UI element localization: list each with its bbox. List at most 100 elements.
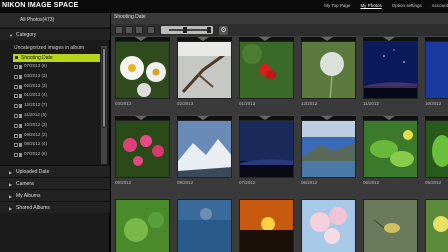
nav-option-settings[interactable]: Option settings: [392, 3, 422, 8]
shooting-date-label: Shooting Date: [21, 55, 53, 61]
expand-box-icon: [14, 153, 18, 158]
camera-label: Camera: [16, 181, 34, 187]
sidebar: All Photos(473) ▼ Category Uncategorized…: [0, 13, 110, 252]
photo-date: 12/2012: [301, 101, 318, 106]
photo-thumbnail[interactable]: [301, 199, 356, 252]
grid-view-icon[interactable]: [115, 26, 123, 34]
month-item[interactable]: 08/2012 (4): [13, 141, 100, 151]
uploaded-date-section[interactable]: ▶ Uploaded Date: [0, 165, 110, 177]
nav-my-photos[interactable]: My Photos: [360, 3, 381, 8]
photo-tab: [425, 36, 448, 41]
month-label: 03/2013 (3): [24, 72, 48, 78]
photo-tab: [177, 36, 232, 41]
expand-box-icon: [14, 94, 18, 99]
month-item[interactable]: 01/2013 (4): [13, 92, 100, 102]
uploaded-date-label: Uploaded Date: [16, 169, 50, 175]
page-title: Shooting Date: [114, 14, 146, 20]
expand-triangle-icon: ▶: [9, 182, 13, 187]
photo-thumbnail[interactable]: [239, 199, 294, 252]
camera-section[interactable]: ▶ Camera: [0, 177, 110, 189]
my-albums-label: My Albums: [16, 193, 41, 199]
month-item[interactable]: 12/2012 (7): [13, 102, 100, 112]
my-albums-section[interactable]: ▶ My Albums: [0, 189, 110, 201]
month-item[interactable]: 11/2012 (6): [13, 112, 100, 122]
month-item[interactable]: 10/2012 (3): [13, 122, 100, 132]
folder-icon: [19, 74, 22, 79]
photo-thumbnail[interactable]: [425, 199, 448, 252]
photo-date: 10/2012: [425, 101, 442, 106]
category-section[interactable]: ▼ Category: [0, 28, 110, 40]
photo-thumbnail[interactable]: [115, 199, 170, 252]
photo-thumbnail[interactable]: [425, 120, 448, 178]
dusk-landscape-photo: [240, 121, 293, 177]
folder-icon: [19, 133, 22, 138]
expand-triangle-icon: ▶: [9, 206, 13, 211]
photo-thumbnail[interactable]: [363, 120, 418, 178]
top-bar: NIKON IMAGE SPACE My Top Page My Photos …: [0, 0, 448, 13]
photo-tab: [425, 115, 448, 120]
photo-date: 11/2012: [363, 101, 379, 106]
uncategorized-item[interactable]: Uncategorized images in album: [14, 45, 84, 51]
shared-albums-section[interactable]: ▶ Shared Albums: [0, 201, 110, 213]
photo-thumbnail[interactable]: [177, 120, 232, 178]
nav-my-top-page[interactable]: My Top Page: [324, 3, 350, 8]
folder-icon: [19, 65, 22, 69]
sidebar-scrollbar[interactable]: [101, 46, 107, 164]
photo-thumbnail[interactable]: [363, 41, 418, 99]
photo-tab: [115, 115, 170, 120]
daisy-photo: [116, 42, 169, 98]
folder-icon: [19, 113, 22, 118]
month-item[interactable]: 09/2012 (2): [13, 132, 100, 142]
photo-tab: [363, 115, 418, 120]
detail-view-icon[interactable]: [135, 26, 143, 34]
month-item[interactable]: 07/2013 (6): [13, 63, 100, 73]
photo-thumbnail[interactable]: [363, 199, 418, 252]
top-nav: My Top Page My Photos Option settings Ac…: [324, 3, 448, 8]
photo-thumbnail[interactable]: [177, 199, 232, 252]
shooting-date-item[interactable]: Shooting Date: [13, 54, 100, 62]
scrollbar-thumb[interactable]: [102, 48, 106, 128]
photo-thumbnail[interactable]: [115, 120, 170, 178]
photo-tab: [239, 115, 294, 120]
sort-icon[interactable]: [147, 26, 155, 34]
expand-box-icon: [14, 74, 18, 79]
gear-icon[interactable]: ⚙: [219, 26, 228, 35]
sunset-photo: [240, 200, 293, 252]
photo-thumbnail[interactable]: [239, 41, 294, 99]
blue-sky-photo: [426, 42, 448, 98]
app-logo: NIKON IMAGE SPACE: [2, 2, 79, 9]
shared-albums-label: Shared Albums: [16, 205, 50, 211]
month-label: 10/2012 (3): [24, 121, 48, 127]
photo-thumbnail[interactable]: [425, 41, 448, 99]
category-label: Category: [16, 32, 37, 38]
month-item[interactable]: 07/2012 (6): [13, 151, 100, 161]
photo-date: 03/2013: [115, 101, 132, 106]
photo-date: 01/2013: [239, 101, 256, 106]
folder-icon: [19, 143, 22, 148]
photo-thumbnail[interactable]: [301, 41, 356, 99]
slider-knob[interactable]: [183, 27, 187, 33]
collapse-triangle-icon: ▼: [9, 33, 13, 38]
photo-thumbnail[interactable]: [301, 120, 356, 178]
expand-box-icon: [14, 104, 18, 109]
month-item[interactable]: 02/2013 (3): [13, 83, 100, 93]
photo-tab: [115, 36, 170, 41]
expand-triangle-icon: ▶: [9, 170, 13, 175]
folder-icon: [19, 123, 22, 128]
expand-box-icon: [14, 123, 18, 128]
photo-tab: [301, 36, 356, 41]
zoom-slider[interactable]: [161, 26, 213, 34]
nav-account[interactable]: Account: [432, 3, 448, 8]
expand-triangle-icon: ▶: [9, 194, 13, 199]
month-item[interactable]: 03/2013 (3): [13, 73, 100, 83]
all-photos-link[interactable]: All Photos(473): [0, 13, 110, 27]
night-sky-photo: [364, 42, 417, 98]
photo-thumbnail[interactable]: [115, 41, 170, 99]
photo-thumbnail[interactable]: [239, 120, 294, 178]
photo-thumbnail[interactable]: [177, 41, 232, 99]
folder-icon: [19, 84, 22, 89]
photo-date: 06/2012: [301, 180, 318, 185]
list-view-icon[interactable]: [125, 26, 133, 34]
month-label: 02/2013 (3): [24, 82, 48, 88]
photo-tab: [301, 115, 356, 120]
